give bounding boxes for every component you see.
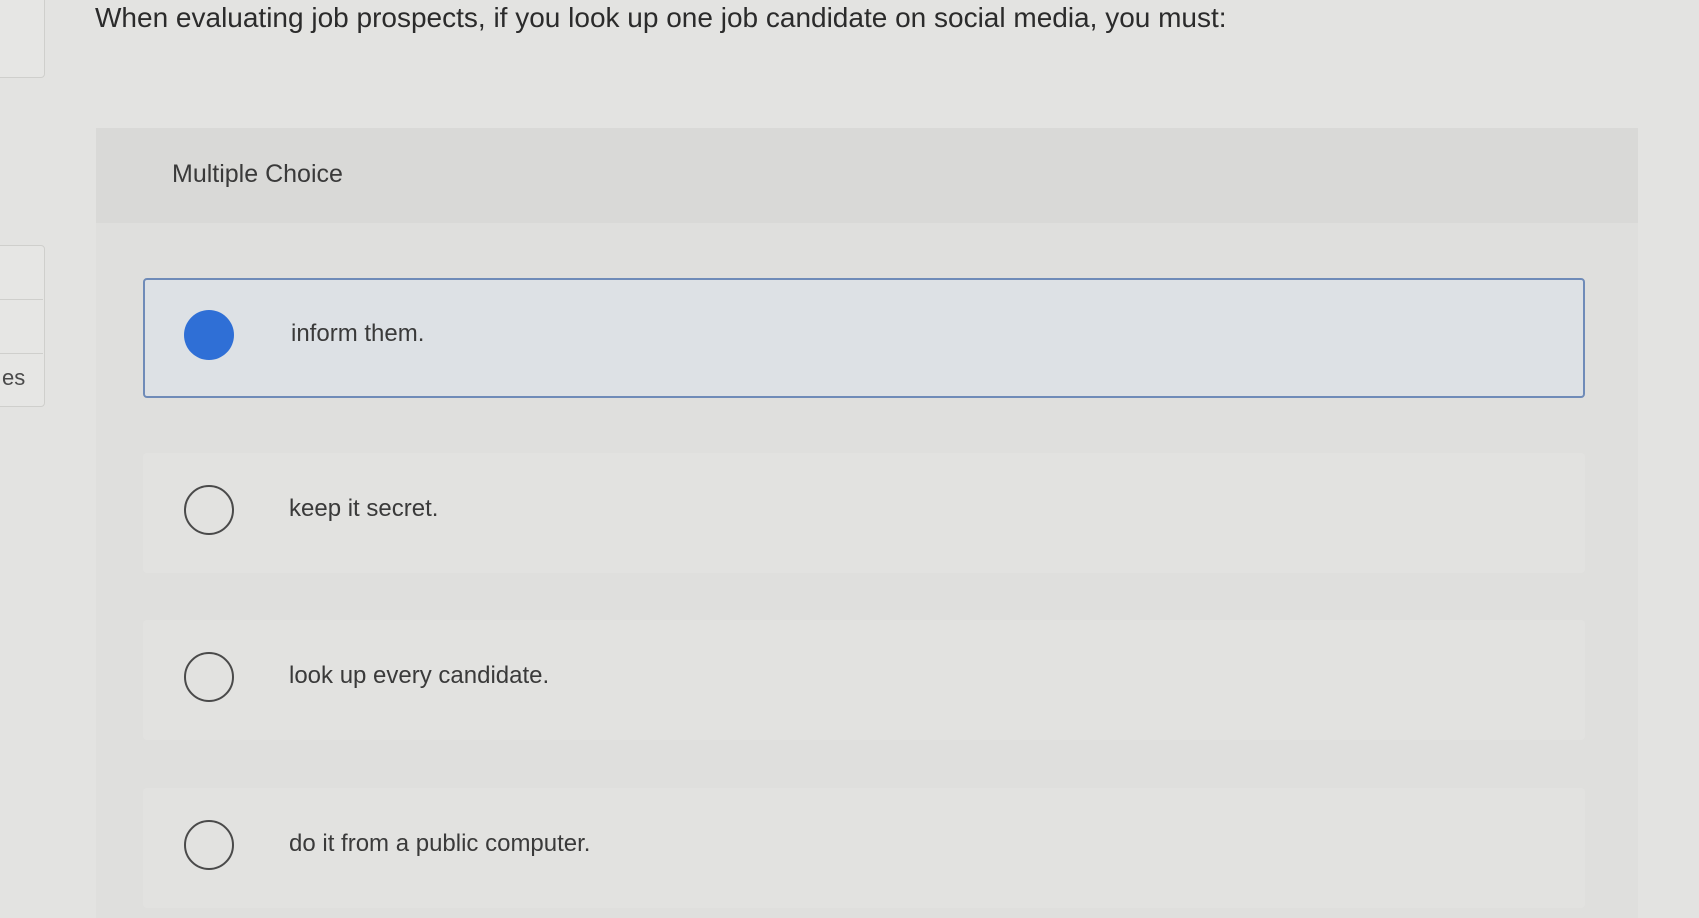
question-type-label: Multiple Choice (172, 160, 343, 188)
sidebar-divider (0, 299, 43, 300)
multiple-choice-panel: Multiple Choice inform them. keep it sec… (96, 128, 1638, 918)
answer-option-label: inform them. (291, 320, 425, 347)
radio-button-icon[interactable] (184, 652, 234, 702)
sidebar-divider (0, 353, 43, 354)
answer-option-label: do it from a public computer. (289, 830, 591, 857)
left-sidebar-fragment: es (0, 0, 46, 904)
radio-button-icon[interactable] (184, 485, 234, 535)
radio-button-icon[interactable] (184, 820, 234, 870)
answer-option[interactable]: do it from a public computer. (143, 788, 1585, 908)
radio-button-selected-icon[interactable] (184, 310, 234, 360)
multiple-choice-header: Multiple Choice (96, 128, 1638, 223)
answer-option[interactable]: keep it secret. (143, 453, 1585, 573)
sidebar-card-top (0, 0, 45, 78)
answer-option[interactable]: inform them. (143, 278, 1585, 398)
question-prompt: When evaluating job prospects, if you lo… (95, 2, 1227, 33)
answer-option-label: keep it secret. (289, 495, 439, 522)
sidebar-partial-label[interactable]: es (2, 365, 25, 391)
answer-option[interactable]: look up every candidate. (143, 620, 1585, 740)
answer-option-label: look up every candidate. (289, 662, 550, 689)
